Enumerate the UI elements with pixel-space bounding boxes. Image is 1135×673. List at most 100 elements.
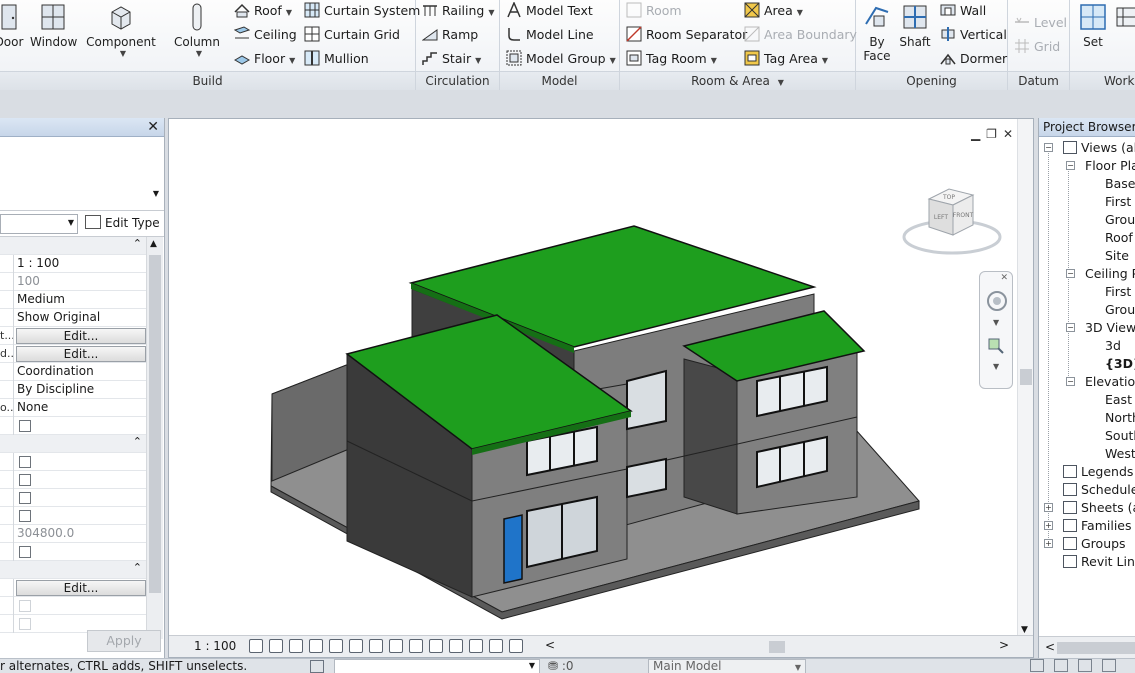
view-scroll-thumb[interactable]: [1020, 369, 1032, 385]
railing-button[interactable]: Railing ▼: [422, 0, 495, 22]
property-row[interactable]: Edit...: [0, 579, 146, 597]
select-links-icon[interactable]: [1030, 659, 1044, 672]
browser-node[interactable]: West: [1039, 445, 1135, 463]
lock-3d-icon[interactable]: [389, 639, 403, 653]
type-selector[interactable]: ▼: [0, 137, 164, 211]
level-button[interactable]: Level: [1014, 12, 1067, 34]
property-value[interactable]: By Discipline: [17, 381, 146, 399]
panel-title-room-area[interactable]: Room & Area ▼: [620, 71, 855, 90]
3d-view-window[interactable]: ▁❐✕ TOP LEFT FRONT ✕ ▼ ▼ ▼ 1: 100 < >: [168, 118, 1034, 658]
property-row[interactable]: 100: [0, 273, 146, 291]
collapse-group-icon[interactable]: ⌃: [133, 561, 142, 574]
panel-title-opening[interactable]: Opening: [856, 71, 1007, 90]
mullion-button[interactable]: Mullion: [304, 48, 369, 70]
tag-room-button[interactable]: Tag Room ▼: [626, 48, 717, 70]
viewcube-top-label[interactable]: TOP: [942, 194, 955, 201]
crop-view-icon[interactable]: [349, 639, 363, 653]
view-hscroll-thumb[interactable]: [769, 641, 785, 653]
panel-title-datum[interactable]: Datum: [1008, 71, 1069, 90]
property-row[interactable]: [0, 471, 146, 489]
property-value[interactable]: None: [17, 399, 146, 417]
browser-node[interactable]: {3D}: [1039, 355, 1135, 373]
shaft-button[interactable]: Shaft: [898, 2, 932, 49]
collapse-group-icon[interactable]: ⌃: [133, 435, 142, 448]
browser-node[interactable]: − Views (all): [1039, 139, 1135, 157]
hscroll-left-icon[interactable]: <: [545, 638, 555, 652]
set-workplane-button[interactable]: Set: [1076, 2, 1110, 49]
collapse-node-icon[interactable]: −: [1066, 377, 1075, 386]
panel-title-work[interactable]: Work: [1070, 71, 1135, 90]
browser-node[interactable]: + Sheets (all): [1039, 499, 1135, 517]
property-checkbox[interactable]: [19, 510, 31, 522]
detail-level-icon[interactable]: [249, 639, 263, 653]
model-group-button[interactable]: Model Group ▼: [506, 48, 616, 70]
property-row[interactable]: [0, 489, 146, 507]
railing-dropdown-icon[interactable]: ▼: [488, 8, 494, 17]
room-separator-button[interactable]: Room Separator: [626, 24, 747, 46]
property-row[interactable]: [0, 543, 146, 561]
edit-type-button[interactable]: Edit Type: [83, 214, 162, 234]
by-face-button[interactable]: By Face: [860, 2, 894, 63]
collapse-node-icon[interactable]: −: [1044, 143, 1053, 152]
property-row[interactable]: o...None: [0, 399, 146, 417]
select-by-face-icon[interactable]: [1102, 659, 1116, 672]
render-icon[interactable]: [329, 639, 343, 653]
view-scale[interactable]: 1 : 100: [194, 639, 236, 653]
browser-node[interactable]: First: [1039, 283, 1135, 301]
viewcube-front-label[interactable]: FRONT: [953, 212, 974, 219]
property-edit-button[interactable]: Edit...: [16, 346, 146, 362]
viewcube-left-label[interactable]: LEFT: [934, 214, 948, 221]
browser-node[interactable]: South: [1039, 427, 1135, 445]
property-row[interactable]: 1 : 100: [0, 255, 146, 273]
worksets-icon[interactable]: [310, 660, 324, 673]
property-row[interactable]: t... Edit...: [0, 327, 146, 345]
wall-opening-button[interactable]: Wall: [940, 0, 986, 22]
select-underlay-icon[interactable]: [1054, 659, 1068, 672]
curtain-grid-button[interactable]: Curtain Grid: [304, 24, 400, 46]
apply-button[interactable]: Apply: [87, 630, 161, 652]
property-edit-button[interactable]: Edit...: [16, 328, 146, 344]
browser-scroll-left-icon[interactable]: <: [1045, 640, 1055, 654]
component-dropdown-icon[interactable]: ▼: [90, 49, 156, 58]
area-boundary-button[interactable]: Area Boundary: [744, 24, 857, 46]
properties-scrollbar[interactable]: ▲: [146, 237, 163, 639]
collapse-node-icon[interactable]: −: [1066, 269, 1075, 278]
curtain-system-button[interactable]: Curtain System: [304, 0, 420, 22]
property-checkbox[interactable]: [19, 546, 31, 558]
property-value[interactable]: Coordination: [17, 363, 146, 381]
navbar-close-icon[interactable]: ✕: [1000, 273, 1008, 283]
vertical-opening-button[interactable]: Vertical: [940, 24, 1007, 46]
column-button[interactable]: Column ▼: [172, 2, 222, 58]
property-group-header[interactable]: ⌃: [0, 561, 146, 579]
browser-node[interactable]: First: [1039, 193, 1135, 211]
model-text-button[interactable]: Model Text: [506, 0, 593, 22]
window-button[interactable]: Window: [30, 2, 77, 49]
editable-only-count[interactable]: ⛃ :0: [548, 659, 574, 673]
browser-node[interactable]: + Families: [1039, 517, 1135, 535]
collapse-node-icon[interactable]: −: [1066, 323, 1075, 332]
area-dropdown-icon[interactable]: ▼: [797, 8, 803, 17]
browser-node[interactable]: − Floor Plans: [1039, 157, 1135, 175]
zoom-icon[interactable]: [988, 338, 1004, 354]
expand-node-icon[interactable]: +: [1044, 521, 1053, 530]
property-value[interactable]: 1 : 100: [17, 255, 146, 273]
browser-node[interactable]: Schedules/Q: [1039, 481, 1135, 499]
hscroll-right-icon[interactable]: >: [999, 638, 1009, 652]
browser-node[interactable]: 3d: [1039, 337, 1135, 355]
browser-node[interactable]: North: [1039, 409, 1135, 427]
panel-title-circulation[interactable]: Circulation: [416, 71, 499, 90]
roof-button[interactable]: Roof ▼: [234, 0, 292, 22]
browser-node[interactable]: − 3D Views: [1039, 319, 1135, 337]
property-checkbox[interactable]: [19, 456, 31, 468]
property-value[interactable]: Show Original: [17, 309, 146, 327]
view-scroll-down-icon[interactable]: ▼: [1021, 625, 1028, 635]
close-icon[interactable]: ✕: [147, 119, 159, 135]
browser-scroll-thumb[interactable]: [1057, 642, 1135, 654]
ceiling-button[interactable]: Ceiling: [234, 24, 297, 46]
temporary-view-icon[interactable]: [449, 639, 463, 653]
browser-node[interactable]: Ground: [1039, 301, 1135, 319]
property-value[interactable]: Medium: [17, 291, 146, 309]
collapse-group-icon[interactable]: ⌃: [133, 237, 142, 250]
temporary-hide-icon[interactable]: [409, 639, 423, 653]
browser-node[interactable]: Basement: [1039, 175, 1135, 193]
